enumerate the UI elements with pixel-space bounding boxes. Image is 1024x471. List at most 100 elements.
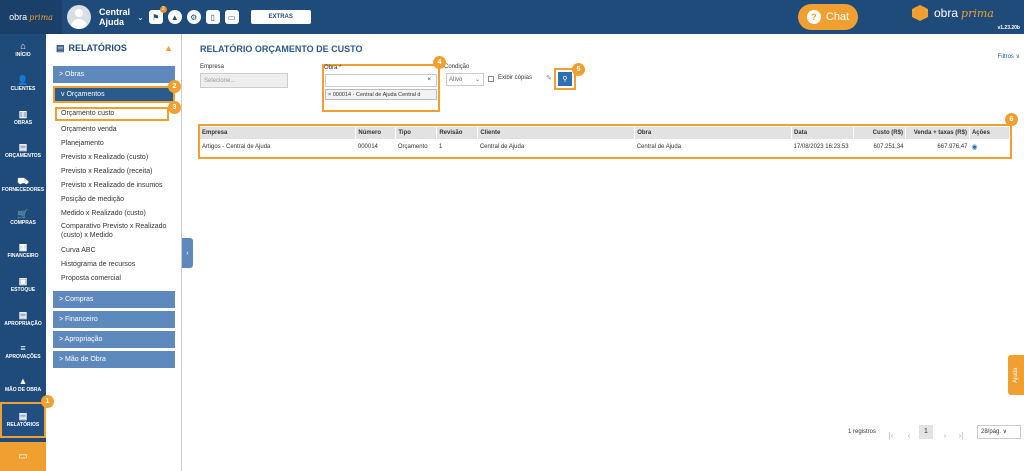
search-button[interactable]: ⚲ <box>558 72 572 86</box>
nav-item-relatorios[interactable]: ▤ RELATÓRIOS <box>0 402 46 438</box>
col-data[interactable]: Data <box>791 127 855 139</box>
col-revisao[interactable]: Revisão <box>436 127 479 139</box>
report-item-previsto-realizado-insumos[interactable]: Previsto x Realizado de insumos <box>61 181 175 190</box>
monitor-icon[interactable]: ▭ <box>224 10 239 24</box>
obra-select[interactable]: × <box>325 74 437 87</box>
last-page-icon[interactable]: ›| <box>954 429 968 442</box>
nav-item-apropriacao[interactable]: ▤ APROPRIAÇÃO <box>0 306 46 334</box>
document-icon: ▤ <box>18 142 28 152</box>
report-item-histograma[interactable]: Histograma de recursos <box>61 260 175 269</box>
chat-bubble-icon: ▭ <box>18 451 28 462</box>
report-item-comparativo[interactable]: Comparativo Previsto x Realizado (custo)… <box>61 222 175 240</box>
current-page[interactable]: 1 <box>919 425 933 439</box>
cell-numero: 000014 <box>357 143 378 150</box>
col-custo[interactable]: Custo (R$) <box>853 127 906 139</box>
section-obras[interactable]: > Obras <box>53 66 175 83</box>
cell-data: 17/08/2023 16:23:53 <box>793 143 849 150</box>
nav-item-financeiro[interactable]: ▦ FINANCEIRO <box>0 238 46 266</box>
col-tipo[interactable]: Tipo <box>395 127 438 139</box>
report-item-orcamento-venda[interactable]: Orçamento venda <box>61 125 175 134</box>
section-financeiro[interactable]: > Financeiro <box>53 311 175 328</box>
nav-item-fornecedores[interactable]: ⛟ FORNECEDORES <box>0 172 46 200</box>
section-mao-de-obra[interactable]: > Mão de Obra <box>53 351 175 368</box>
chevron-down-icon[interactable]: ⌄ <box>137 13 144 22</box>
nav-item-estoque[interactable]: ▣ ESTOQUE <box>0 272 46 300</box>
mobile-icon[interactable]: ▯ <box>205 10 220 24</box>
nav-item-compras[interactable]: 🛒 COMPRAS <box>0 205 46 233</box>
section-apropriacao[interactable]: > Apropriação <box>53 331 175 348</box>
search-icon: ⚲ <box>562 76 568 83</box>
notification-badge: 2 <box>159 6 167 13</box>
report-item-previsto-realizado-custo[interactable]: Previsto x Realizado (custo) <box>61 153 175 162</box>
per-page-select[interactable]: 28/pág. ∨ <box>977 425 1021 439</box>
exibir-copias-checkbox[interactable] <box>488 76 494 82</box>
nav-label: APROPRIAÇÃO <box>4 321 42 327</box>
filters-toggle[interactable]: Filtros ∨ <box>998 53 1020 60</box>
report-item-orcamento-custo[interactable]: Orçamento custo <box>55 107 169 121</box>
clear-icon[interactable]: × <box>427 77 431 83</box>
user-name[interactable]: Central Ajuda <box>99 7 135 27</box>
user-avatar[interactable] <box>67 5 91 29</box>
chat-button[interactable]: ? Chat <box>798 4 858 30</box>
empresa-label: Empresa <box>200 64 225 70</box>
chevron-down-icon: ⌄ <box>474 77 480 83</box>
cell-obra: Central de Ajuda <box>636 143 682 150</box>
brand-text-italic: prima <box>961 6 994 20</box>
next-page-icon[interactable]: › <box>938 429 952 442</box>
section-compras[interactable]: > Compras <box>53 291 175 308</box>
app-logo[interactable]: obra prima <box>0 0 62 34</box>
col-obra[interactable]: Obra <box>634 127 793 139</box>
nav-label: MÃO DE OBRA <box>4 387 42 393</box>
gear-icon[interactable]: ⚙ <box>186 10 201 24</box>
version-label: v1.23.20b <box>997 25 1020 31</box>
prev-page-icon[interactable]: ‹ <box>902 429 916 442</box>
help-tab[interactable]: Ajuda <box>1008 355 1024 395</box>
nav-label: ORÇAMENTOS <box>4 153 42 159</box>
col-cliente[interactable]: Cliente <box>477 127 636 139</box>
col-venda[interactable]: Venda + taxas (R$) <box>905 127 970 139</box>
top-bar: obra prima Central Ajuda ⌄ ⚑ 2 ▲ ⚙ ▯ ▭ EXT… <box>0 0 1024 34</box>
graduation-cap-icon[interactable]: ▲ <box>164 43 173 53</box>
building-icon: ▥ <box>18 109 28 119</box>
cell-empresa: Artigos - Central de Ajuda <box>202 143 271 150</box>
nav-item-orcamentos[interactable]: ▤ ORÇAMENTOS <box>0 138 46 166</box>
eye-icon[interactable]: ◉ <box>971 144 977 151</box>
panel-title: ▤ RELATÓRIOS ▲ <box>46 34 181 62</box>
record-count: 1 registros <box>848 429 877 435</box>
col-numero[interactable]: Número <box>355 127 397 139</box>
home-icon: ⌂ <box>20 41 26 51</box>
report-item-posicao-medicao[interactable]: Posição de medição <box>61 195 175 204</box>
step-marker: 4 <box>433 56 446 69</box>
step-marker: 2 <box>168 80 181 93</box>
report-item-previsto-realizado-receita[interactable]: Previsto x Realizado (receita) <box>61 167 175 176</box>
flag-icon[interactable]: ⚑ 2 <box>148 6 167 24</box>
obra-selected-tag[interactable]: × 000014 - Central de Ajuda Central d <box>325 89 437 100</box>
section-orcamentos[interactable]: v Orçamentos <box>53 86 175 103</box>
condicao-select[interactable]: Ativo ⌄ <box>446 73 484 86</box>
nav-item-aprovacoes[interactable]: ≡ APROVAÇÕES <box>0 339 46 367</box>
nav-item-obras[interactable]: ▥ OBRAS <box>0 105 46 133</box>
condicao-label: Condição <box>444 64 470 70</box>
cart-icon: 🛒 <box>17 209 29 219</box>
brand-text: obra <box>934 6 959 20</box>
extras-button[interactable]: EXTRAS <box>250 10 311 24</box>
report-item-proposta-comercial[interactable]: Proposta comercial <box>61 274 175 283</box>
first-page-icon[interactable]: |‹ <box>884 429 898 442</box>
nav-label: RELATÓRIOS <box>6 422 40 428</box>
main-content: RELATÓRIO ORÇAMENTO DE CUSTO Filtros ∨ E… <box>188 34 1024 471</box>
empresa-select[interactable]: Selecione... <box>200 73 288 88</box>
step-marker: 5 <box>572 63 585 76</box>
table-row[interactable]: Artigos - Central de Ajuda 000014 Orçame… <box>200 139 1010 154</box>
report-item-medido-realizado[interactable]: Medido x Realizado (custo) <box>61 209 175 218</box>
step-marker: 1 <box>41 395 54 408</box>
eraser-icon[interactable]: ✎ <box>546 74 552 82</box>
nav-item-mao-de-obra[interactable]: ▲ MÃO DE OBRA <box>0 372 46 400</box>
report-item-planejamento[interactable]: Planejamento <box>61 139 175 148</box>
graduation-cap-icon[interactable]: ▲ <box>167 10 182 24</box>
step-marker: 3 <box>168 101 181 114</box>
col-empresa[interactable]: Empresa <box>200 127 357 139</box>
report-item-curva-abc[interactable]: Curva ABC <box>61 246 175 255</box>
nav-item-clientes[interactable]: 👤 CLIENTES <box>0 71 46 99</box>
feedback-button[interactable]: ▭ <box>0 442 46 471</box>
nav-item-inicio[interactable]: ⌂ INÍCIO <box>0 37 46 65</box>
